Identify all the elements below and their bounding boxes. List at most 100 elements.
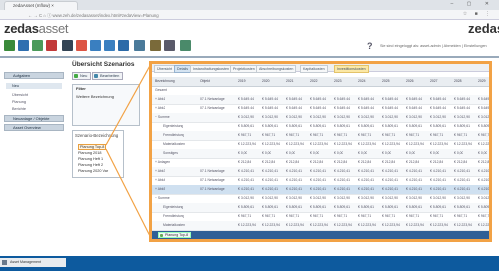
table-cell: € 967,71: [262, 214, 276, 218]
table-cell: € 967,71: [430, 133, 444, 137]
table-cell: € 12.223,94: [310, 223, 328, 227]
tab-instandhaltungskosten[interactable]: Instandhaltungskosten: [190, 65, 232, 73]
tab-projektkosten[interactable]: Projektkosten: [230, 65, 258, 73]
row-label: + Abk2: [155, 106, 166, 110]
row-label: + Abk3: [155, 169, 166, 173]
table-cell: € 3.012,90: [406, 196, 423, 200]
table-cell: € 967,71: [310, 133, 324, 137]
table-cell: € 967,71: [454, 133, 468, 137]
table-cell: € 5.809,61: [406, 124, 423, 128]
table-cell: € 967,71: [382, 214, 396, 218]
table-cell: € 967,71: [334, 133, 348, 137]
table-cell: € 5.649.44: [262, 97, 279, 101]
table-cell: € 12.223,94: [286, 142, 304, 146]
table-cell: € 5.649.44: [454, 106, 471, 110]
row-label: Sonstiges: [163, 151, 178, 155]
column-header[interactable]: Bezeichnung: [155, 77, 175, 86]
table-cell: € 967,71: [406, 214, 420, 218]
table-cell: € 967,71: [430, 214, 444, 218]
table-cell: € 212,84: [334, 160, 348, 164]
table-cell: € 0,00: [286, 151, 296, 155]
table-cell: € 4.210,41: [238, 187, 255, 191]
column-header[interactable]: 2029: [478, 77, 486, 86]
column-header[interactable]: 2020: [262, 77, 270, 86]
table-cell: € 3.012,90: [262, 196, 279, 200]
column-header[interactable]: 2028: [454, 77, 462, 86]
tab-abschreibungskosten[interactable]: Abschreibungskosten: [256, 65, 297, 73]
table-cell: € 12.223,94: [334, 142, 352, 146]
table-cell: € 967,71: [382, 133, 396, 137]
table-cell: € 4.210,41: [310, 187, 327, 191]
column-header[interactable]: 2023: [334, 77, 342, 86]
table-cell: € 0,00: [238, 151, 248, 155]
table-cell: € 967,71: [478, 133, 492, 137]
tab-übersicht[interactable]: Übersicht: [154, 65, 176, 73]
table-cell: € 967,71: [310, 214, 324, 218]
table-cell: € 4.210,41: [382, 178, 399, 182]
table-cell: € 3.012,90: [478, 115, 491, 119]
column-header[interactable]: 2024: [358, 77, 366, 86]
table-cell: € 5.649.44: [262, 106, 279, 110]
table-cell: € 12.223,94: [406, 223, 424, 227]
table-cell: € 5.649.44: [358, 97, 375, 101]
footer-scenario-tab[interactable]: Planung Top-8: [158, 232, 192, 238]
table-cell: € 5.809,61: [262, 205, 279, 209]
row-label: + Anlagen: [155, 160, 171, 164]
table-cell: € 5.649.44: [454, 97, 471, 101]
column-header[interactable]: Objekt: [200, 77, 210, 86]
row-label: Fremdleistung: [163, 133, 185, 137]
zoom-line-bottom: [105, 148, 153, 241]
table-cell: € 3.012,90: [454, 115, 471, 119]
tab-details[interactable]: Details: [174, 65, 191, 73]
column-header[interactable]: 2022: [310, 77, 318, 86]
table-cell: € 3.012,90: [358, 196, 375, 200]
table-cell: 07.1 Netzanlage: [200, 187, 225, 191]
table-cell: € 0,00: [478, 151, 488, 155]
table-cell: € 3.012,90: [310, 115, 327, 119]
table-cell: € 0,00: [454, 151, 464, 155]
table-cell: € 5.649.44: [478, 106, 491, 110]
table-cell: € 4.210,41: [262, 178, 279, 182]
table-cell: € 12.223,94: [358, 223, 376, 227]
table-cell: € 5.649.44: [238, 97, 255, 101]
column-header[interactable]: 2026: [406, 77, 414, 86]
table-cell: € 5.809,61: [262, 124, 279, 128]
table-cell: € 12.223,94: [358, 142, 376, 146]
table-cell: € 212,84: [478, 160, 492, 164]
table-cell: € 4.210,41: [262, 169, 279, 173]
table-row[interactable]: Materialkosten € 12.223,94 € 12.223,94 € 12…: [152, 221, 489, 231]
tab-kapitalkosten[interactable]: Kapitalkosten: [300, 65, 328, 73]
row-label: − Summe: [155, 115, 170, 119]
table-cell: € 0,00: [430, 151, 440, 155]
table-cell: € 5.809,61: [454, 124, 471, 128]
column-header[interactable]: 2021: [286, 77, 294, 86]
table-cell: € 5.649.44: [430, 97, 447, 101]
asset-management-label: Asset Management: [10, 260, 41, 264]
table-cell: € 3.012,90: [310, 196, 327, 200]
table-cell: € 5.809,61: [286, 205, 303, 209]
table-cell: € 967,71: [286, 133, 300, 137]
bottom-bar: [0, 256, 499, 271]
table-cell: € 5.649.44: [238, 106, 255, 110]
asset-management-tab[interactable]: Asset Management: [0, 258, 66, 267]
column-header[interactable]: 2019: [238, 77, 246, 86]
table-cell: € 4.210,41: [454, 169, 471, 173]
column-header[interactable]: 2025: [382, 77, 390, 86]
table-cell: € 0,00: [382, 151, 392, 155]
table-cell: € 3.012,90: [334, 196, 351, 200]
table-cell: € 3.012,90: [238, 196, 255, 200]
table-cell: € 4.210,41: [334, 187, 351, 191]
table-cell: € 5.649.44: [382, 97, 399, 101]
table-cell: € 4.210,41: [382, 187, 399, 191]
table-cell: € 4.210,41: [358, 187, 375, 191]
table-cell: € 5.809,61: [454, 205, 471, 209]
table-cell: € 3.012,90: [382, 196, 399, 200]
table-cell: € 12.223,94: [238, 142, 256, 146]
table-cell: € 967,71: [238, 133, 252, 137]
table-cell: € 4.210,41: [310, 178, 327, 182]
column-header[interactable]: 2027: [430, 77, 438, 86]
tab-investitionskosten[interactable]: Investitionskosten: [334, 65, 369, 73]
table-cell: € 5.809,61: [430, 124, 447, 128]
table-cell: € 12.223,94: [286, 223, 304, 227]
table-cell: € 967,71: [238, 214, 252, 218]
